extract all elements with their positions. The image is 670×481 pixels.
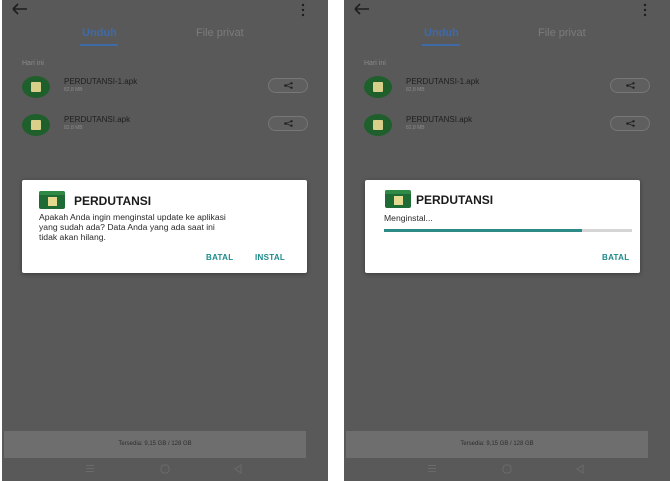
share-button[interactable] <box>268 116 308 131</box>
file-row[interactable]: PERDUTANSI.apk 82,8 MB <box>2 114 328 140</box>
more-vert-icon[interactable] <box>642 3 648 17</box>
dialog-title: PERDUTANSI <box>74 194 152 208</box>
tab-bar: Unduh File privat <box>2 27 328 47</box>
nav-menu-icon[interactable] <box>85 464 95 473</box>
app-icon <box>39 191 65 209</box>
share-icon <box>626 82 635 89</box>
app-icon <box>364 76 392 98</box>
install-status-text: Menginstal... <box>384 213 433 223</box>
file-name: PERDUTANSI-1.apk <box>64 77 138 86</box>
screen-installing: Unduh File privat Hari ini PERDUTANSI-1.… <box>344 0 670 481</box>
nav-home-icon[interactable] <box>502 464 512 474</box>
back-arrow-icon[interactable] <box>10 0 30 18</box>
file-name: PERDUTANSI-1.apk <box>406 77 480 86</box>
file-name: PERDUTANSI.apk <box>406 115 473 124</box>
nav-back-icon[interactable] <box>233 464 243 474</box>
top-bar <box>344 0 670 22</box>
install-progress-bar <box>384 229 632 232</box>
back-arrow-icon[interactable] <box>352 0 372 18</box>
share-icon <box>284 120 293 127</box>
section-label: Hari ini <box>22 60 44 67</box>
tab-bar: Unduh File privat <box>344 27 670 47</box>
app-icon <box>364 114 392 136</box>
storage-status: Tersedia: 9,15 GB / 128 GB <box>346 431 648 458</box>
share-icon <box>284 82 293 89</box>
more-vert-icon[interactable] <box>300 3 306 17</box>
install-button[interactable]: INSTAL <box>255 253 285 262</box>
install-dialog: PERDUTANSI Apakah Anda ingin menginstal … <box>22 180 307 273</box>
file-row[interactable]: PERDUTANSI-1.apk 82,8 MB <box>344 76 670 102</box>
tab-downloads[interactable]: Unduh <box>424 27 459 39</box>
file-size: 82,8 MB <box>64 125 83 131</box>
nav-menu-icon[interactable] <box>427 464 437 473</box>
section-label: Hari ini <box>364 60 386 67</box>
file-size: 82,8 MB <box>406 125 425 131</box>
cancel-button[interactable]: BATAL <box>602 253 629 262</box>
navigation-bar <box>2 458 328 481</box>
dialog-title: PERDUTANSI <box>416 193 494 207</box>
screen-install-prompt: Unduh File privat Hari ini PERDUTANSI-1.… <box>2 0 328 481</box>
tab-downloads[interactable]: Unduh <box>82 27 117 39</box>
share-button[interactable] <box>268 78 308 93</box>
dialog-message: Apakah Anda ingin menginstal update ke a… <box>39 212 226 242</box>
file-row[interactable]: PERDUTANSI.apk 82,8 MB <box>344 114 670 140</box>
storage-status: Tersedia: 9,15 GB / 128 GB <box>4 431 306 458</box>
nav-back-icon[interactable] <box>575 464 585 474</box>
file-size: 82,8 MB <box>406 87 425 93</box>
cancel-button[interactable]: BATAL <box>206 253 233 262</box>
navigation-bar <box>344 458 670 481</box>
tab-private-files[interactable]: File privat <box>196 27 244 39</box>
app-icon <box>22 76 50 98</box>
share-icon <box>626 120 635 127</box>
app-icon <box>385 190 411 208</box>
installing-dialog: PERDUTANSI Menginstal... BATAL <box>365 180 640 273</box>
tab-private-files[interactable]: File privat <box>538 27 586 39</box>
tab-indicator <box>422 44 460 46</box>
share-button[interactable] <box>610 78 650 93</box>
install-progress-fill <box>384 229 583 232</box>
nav-home-icon[interactable] <box>160 464 170 474</box>
file-name: PERDUTANSI.apk <box>64 115 131 124</box>
file-size: 82,8 MB <box>64 87 83 93</box>
share-button[interactable] <box>610 116 650 131</box>
app-icon <box>22 114 50 136</box>
top-bar <box>2 0 328 22</box>
tab-indicator <box>80 44 118 46</box>
file-row[interactable]: PERDUTANSI-1.apk 82,8 MB <box>2 76 328 102</box>
